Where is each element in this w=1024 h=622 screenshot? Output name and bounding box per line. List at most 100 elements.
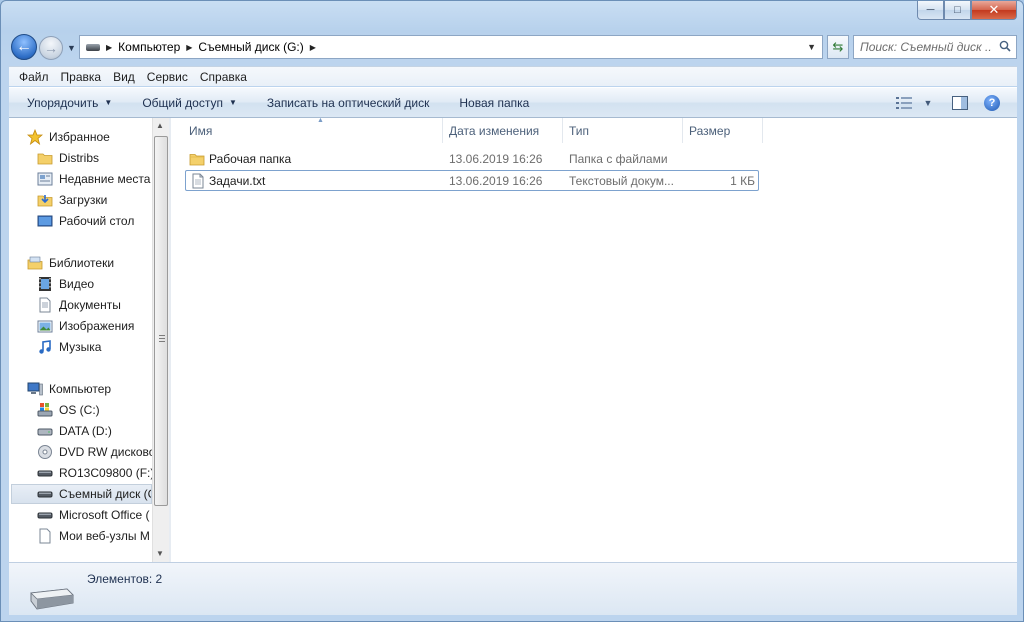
sidebar-item-favorites[interactable]: Избранное [27, 127, 169, 147]
sidebar-item-desktop[interactable]: Рабочий стол [37, 211, 169, 231]
computer-icon [27, 382, 43, 396]
sidebar-item-drive-c[interactable]: OS (C:) [37, 400, 169, 420]
sidebar-item-dvd-drive[interactable]: DVD RW дисково [37, 442, 169, 462]
history-dropdown-icon[interactable]: ▼ [67, 43, 76, 53]
file-date: 13.06.2019 16:26 [449, 152, 543, 166]
sidebar-item-office-drive[interactable]: Microsoft Office ( [37, 505, 169, 525]
sidebar-item-video[interactable]: Видео [37, 274, 169, 294]
breadcrumb-removable-disk[interactable]: Съемный диск (G:) [198, 40, 303, 54]
navigation-pane: Избранное Distribs Недавние места Загруз… [9, 118, 169, 562]
forward-button[interactable]: → [39, 36, 63, 60]
column-header-label: Тип [569, 123, 590, 138]
column-header-name[interactable]: ▲ Имя [183, 117, 443, 143]
sidebar-item-documents[interactable]: Документы [37, 295, 169, 315]
sidebar-item-label: Мои веб-узлы M [59, 529, 150, 543]
sidebar-item-label: Музыка [59, 340, 102, 354]
menu-tools[interactable]: Сервис [147, 70, 188, 84]
sidebar-item-drive-d[interactable]: DATA (D:) [37, 421, 169, 441]
removable-drive-icon [30, 588, 74, 610]
new-folder-label: Новая папка [459, 95, 530, 110]
new-folder-button[interactable]: Новая папка [459, 96, 529, 110]
breadcrumb-computer[interactable]: Компьютер [118, 40, 180, 54]
preview-pane-button[interactable] [949, 93, 971, 113]
change-view-button[interactable] [893, 93, 915, 113]
help-button[interactable]: ? [981, 93, 1003, 113]
video-icon [39, 277, 51, 291]
sidebar-item-label: Изображения [59, 319, 135, 333]
table-row[interactable]: Задачи.txt 13.06.2019 16:26 Текстовый до… [185, 170, 759, 191]
column-header-label: Размер [689, 123, 731, 138]
navigation-scrollbar[interactable]: ▲ ▼ [152, 118, 169, 562]
menu-view[interactable]: Вид [113, 70, 135, 84]
burn-label: Записать на оптический диск [266, 95, 430, 110]
sidebar-item-drive-g[interactable]: Съемный диск (G [11, 484, 152, 504]
back-forward-group: ← → ▼ [11, 34, 85, 62]
share-button[interactable]: Общий доступ ▼ [142, 96, 237, 110]
address-dropdown-icon[interactable]: ▼ [807, 42, 816, 52]
sidebar-item-libraries[interactable]: Библиотеки [27, 253, 169, 273]
refresh-button[interactable]: ⇆ [827, 35, 849, 59]
grip-icon [159, 335, 165, 342]
recent-places-icon [37, 172, 53, 186]
share-label: Общий доступ [142, 95, 223, 110]
menu-help[interactable]: Справка [200, 70, 247, 84]
file-type: Текстовый докум... [569, 174, 674, 188]
column-header-label: Дата изменения [449, 123, 540, 138]
sidebar-item-pictures[interactable]: Изображения [37, 316, 169, 336]
search-icon[interactable] [999, 40, 1011, 52]
preview-pane-icon [952, 96, 968, 110]
table-row[interactable]: Рабочая папка 13.06.2019 16:26 Папка с ф… [185, 149, 759, 170]
maximize-button[interactable]: □ [944, 1, 971, 20]
burn-button[interactable]: Записать на оптический диск [267, 96, 430, 110]
removable-drive-icon [37, 470, 53, 477]
menu-file[interactable]: Файл [19, 70, 49, 84]
search-input[interactable] [860, 40, 992, 54]
forward-arrow-icon: → [44, 40, 58, 56]
sidebar-item-label: Съемный диск (G [59, 487, 152, 501]
breadcrumb-chevron-icon[interactable]: ▶ [186, 43, 192, 52]
chevron-down-icon: ▼ [228, 98, 237, 107]
drive-icon [86, 43, 100, 51]
sidebar-item-downloads[interactable]: Загрузки [37, 190, 169, 210]
back-button[interactable]: ← [11, 34, 37, 60]
sidebar-item-music[interactable]: Музыка [37, 337, 169, 357]
menu-edit[interactable]: Правка [61, 70, 102, 84]
breadcrumb-chevron-icon[interactable]: ▶ [106, 43, 112, 52]
sidebar-item-drive-f[interactable]: RO13C09800 (F:) [37, 463, 169, 483]
column-header-size[interactable]: Размер [683, 118, 763, 143]
column-header-type[interactable]: Тип [563, 118, 683, 143]
close-button[interactable]: ✕ [971, 1, 1017, 20]
column-header-date[interactable]: Дата изменения [443, 118, 563, 143]
menu-bar: Файл Правка Вид Сервис Справка [9, 66, 1017, 86]
details-view-icon [896, 97, 912, 109]
pictures-icon [37, 320, 53, 333]
organize-label: Упорядочить [27, 95, 99, 110]
sidebar-item-computer[interactable]: Компьютер [27, 379, 169, 399]
sidebar-item-recent-places[interactable]: Недавние места [37, 169, 169, 189]
main-panes: Избранное Distribs Недавние места Загруз… [9, 117, 1017, 562]
chevron-down-icon: ▼ [104, 98, 113, 107]
search-box[interactable] [853, 35, 1017, 59]
sidebar-item-distribs[interactable]: Distribs [37, 148, 169, 168]
sidebar-item-label: Компьютер [49, 382, 112, 396]
scroll-up-icon[interactable]: ▲ [156, 121, 164, 130]
removable-drive-icon [37, 512, 53, 519]
breadcrumb-chevron-icon[interactable]: ▶ [310, 43, 316, 52]
sidebar-item-label: Недавние места [59, 172, 151, 186]
minimize-button[interactable]: ─ [917, 1, 944, 20]
sidebar-item-web-sites[interactable]: Мои веб-узлы M [37, 526, 169, 546]
address-bar[interactable]: ▶ Компьютер ▶ Съемный диск (G:) ▶ ▼ [79, 35, 823, 59]
back-arrow-icon: ← [16, 38, 32, 55]
sidebar-item-label: Рабочий стол [59, 214, 135, 228]
sidebar-item-label: Загрузки [59, 193, 108, 207]
organize-button[interactable]: Упорядочить ▼ [27, 96, 112, 110]
view-dropdown-icon[interactable]: ▼ [917, 93, 939, 113]
file-name: Задачи.txt [209, 174, 266, 188]
scrollbar-thumb[interactable] [154, 136, 168, 506]
sidebar-item-label: Microsoft Office ( [59, 508, 150, 522]
sidebar-item-label: RO13C09800 (F:) [59, 466, 155, 480]
sort-ascending-icon: ▲ [317, 117, 324, 124]
scroll-down-icon[interactable]: ▼ [156, 549, 164, 558]
sidebar-item-label: Distribs [59, 151, 100, 165]
star-icon [27, 129, 43, 145]
